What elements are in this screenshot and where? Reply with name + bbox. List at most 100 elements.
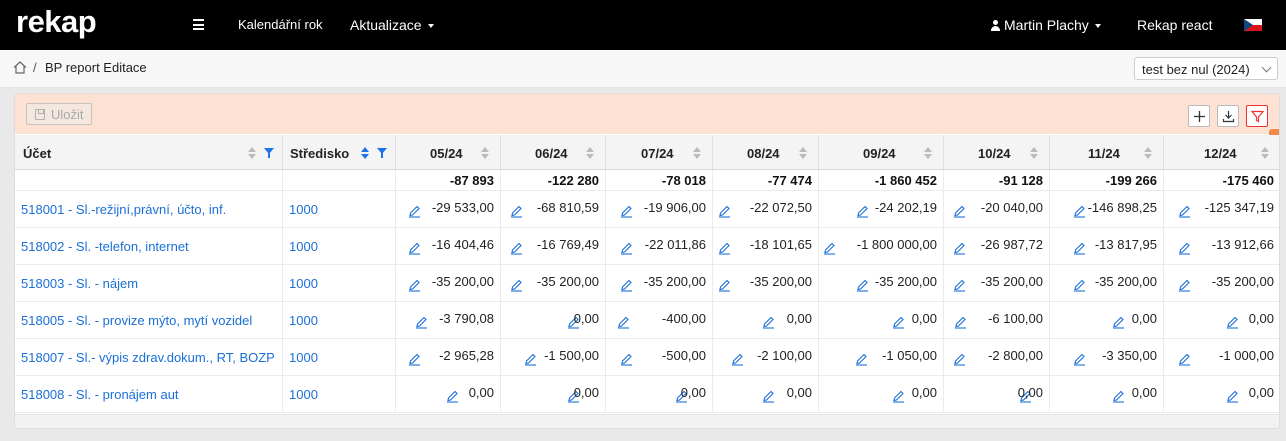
value-cell[interactable]: -1 500,00	[501, 339, 606, 376]
pencil-icon[interactable]	[620, 205, 633, 218]
account-link[interactable]: 518001 - Sl.-režijní,právní, účto, inf.	[21, 202, 226, 217]
nav-rekap-react[interactable]: Rekap react	[1137, 17, 1212, 33]
account-link[interactable]: 518003 - Sl. - nájem	[21, 276, 138, 291]
pencil-icon[interactable]	[718, 242, 731, 255]
sort-icon[interactable]	[1144, 147, 1152, 159]
center-link[interactable]: 1000	[289, 239, 318, 254]
value-cell[interactable]: -26 987,72	[944, 228, 1050, 265]
value-cell[interactable]: -1 050,00	[819, 339, 944, 376]
sort-icon[interactable]	[481, 147, 489, 159]
value-cell[interactable]: -19 906,00	[606, 191, 713, 228]
sort-icon[interactable]	[1030, 147, 1038, 159]
pencil-icon[interactable]	[823, 242, 836, 255]
value-cell[interactable]: -146 898,25	[1050, 191, 1164, 228]
column-header-month[interactable]: 11/24	[1050, 135, 1164, 170]
center-link[interactable]: 1000	[289, 313, 318, 328]
value-cell[interactable]: -16 769,49	[501, 228, 606, 265]
center-link[interactable]: 1000	[289, 202, 318, 217]
value-cell[interactable]: 0,00	[819, 376, 944, 413]
sort-icon[interactable]	[799, 147, 807, 159]
value-cell[interactable]: -1 800 000,00	[819, 228, 944, 265]
pencil-icon[interactable]	[510, 242, 523, 255]
value-cell[interactable]: -3 790,08	[396, 302, 501, 339]
value-cell[interactable]: -400,00	[606, 302, 713, 339]
pencil-icon[interactable]	[953, 242, 966, 255]
value-cell[interactable]: -500,00	[606, 339, 713, 376]
report-selector[interactable]: test bez nul (2024)	[1134, 57, 1278, 80]
account-link[interactable]: 518008 - Sl. - pronájem aut	[21, 387, 179, 402]
column-header-month[interactable]: 05/24	[396, 135, 501, 170]
nav-calendar-year[interactable]: Kalendářní rok	[238, 17, 323, 32]
value-cell[interactable]: -20 040,00	[944, 191, 1050, 228]
value-cell[interactable]: 0,00	[1050, 376, 1164, 413]
value-cell[interactable]: -3 350,00	[1050, 339, 1164, 376]
sort-icon[interactable]	[693, 147, 701, 159]
pencil-icon[interactable]	[953, 279, 966, 292]
pencil-icon[interactable]	[1226, 316, 1239, 329]
filter-icon[interactable]	[377, 148, 387, 158]
pencil-icon[interactable]	[762, 316, 775, 329]
value-cell[interactable]: -35 200,00	[1164, 265, 1279, 302]
column-header-month[interactable]: 09/24	[819, 135, 944, 170]
value-cell[interactable]: 0,00	[501, 376, 606, 413]
value-cell[interactable]: -35 200,00	[819, 265, 944, 302]
sort-icon[interactable]	[248, 147, 256, 159]
pencil-icon[interactable]	[954, 316, 967, 329]
value-cell[interactable]: -2 800,00	[944, 339, 1050, 376]
pencil-icon[interactable]	[620, 279, 633, 292]
pencil-icon[interactable]	[510, 205, 523, 218]
brand-logo[interactable]: rekap	[16, 4, 97, 40]
value-cell[interactable]: -22 072,50	[713, 191, 819, 228]
pencil-icon[interactable]	[1112, 390, 1125, 403]
sort-icon[interactable]	[361, 147, 369, 159]
save-button[interactable]: Uložit	[26, 103, 92, 125]
horizontal-scrollbar[interactable]	[15, 414, 1279, 428]
account-link[interactable]: 518005 - Sl. - provize mýto, mytí vozide…	[21, 313, 252, 328]
account-cell[interactable]: 518002 - Sl. -telefon, internet	[15, 228, 283, 265]
value-cell[interactable]: 0,00	[1164, 302, 1279, 339]
pencil-icon[interactable]	[856, 205, 869, 218]
pencil-icon[interactable]	[953, 205, 966, 218]
pencil-icon[interactable]	[1178, 242, 1191, 255]
account-cell[interactable]: 518008 - Sl. - pronájem aut	[15, 376, 283, 413]
value-cell[interactable]: -68 810,59	[501, 191, 606, 228]
pencil-icon[interactable]	[892, 316, 905, 329]
value-cell[interactable]: 0,00	[944, 376, 1050, 413]
account-cell[interactable]: 518003 - Sl. - nájem	[15, 265, 283, 302]
value-cell[interactable]: -35 200,00	[396, 265, 501, 302]
account-cell[interactable]: 518005 - Sl. - provize mýto, mytí vozide…	[15, 302, 283, 339]
value-cell[interactable]: -13 912,66	[1164, 228, 1279, 265]
pencil-icon[interactable]	[415, 316, 428, 329]
pencil-icon[interactable]	[892, 390, 905, 403]
value-cell[interactable]: 0,00	[1164, 376, 1279, 413]
pencil-icon[interactable]	[524, 353, 537, 366]
pencil-icon[interactable]	[731, 353, 744, 366]
pencil-icon[interactable]	[856, 279, 869, 292]
center-cell[interactable]: 1000	[283, 265, 396, 302]
pencil-icon[interactable]	[718, 205, 731, 218]
pencil-icon[interactable]	[1178, 353, 1191, 366]
center-link[interactable]: 1000	[289, 387, 318, 402]
nav-aktualizace-dropdown[interactable]: Aktualizace	[350, 17, 434, 33]
column-header-center[interactable]: Středisko	[283, 135, 396, 170]
value-cell[interactable]: -18 101,65	[713, 228, 819, 265]
pencil-icon[interactable]	[446, 390, 459, 403]
value-cell[interactable]: 0,00	[819, 302, 944, 339]
pencil-icon[interactable]	[408, 353, 421, 366]
filter-icon[interactable]	[264, 148, 274, 158]
value-cell[interactable]: -29 533,00	[396, 191, 501, 228]
value-cell[interactable]: -35 200,00	[501, 265, 606, 302]
pencil-icon[interactable]	[617, 316, 630, 329]
center-link[interactable]: 1000	[289, 350, 318, 365]
user-menu-dropdown[interactable]: Martin Plachy	[991, 17, 1101, 33]
pencil-icon[interactable]	[1073, 205, 1086, 218]
home-icon[interactable]	[13, 61, 27, 74]
center-cell[interactable]: 1000	[283, 302, 396, 339]
clear-filter-button[interactable]	[1246, 105, 1268, 127]
pencil-icon[interactable]	[762, 390, 775, 403]
column-header-month[interactable]: 08/24	[713, 135, 819, 170]
value-cell[interactable]: -35 200,00	[606, 265, 713, 302]
value-cell[interactable]: -2 965,28	[396, 339, 501, 376]
pencil-icon[interactable]	[1073, 279, 1086, 292]
value-cell[interactable]: 0,00	[713, 302, 819, 339]
